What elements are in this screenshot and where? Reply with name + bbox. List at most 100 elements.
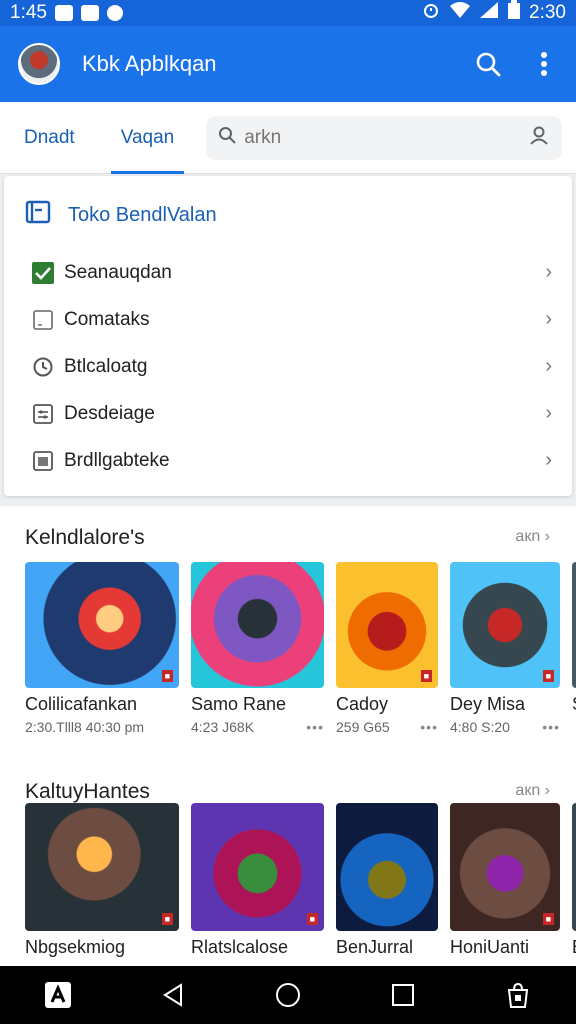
tab-bar: Dnadt Vaqan — [0, 102, 576, 174]
game-card[interactable]: ■ Cadoy 259 G65 ••• — [336, 562, 438, 735]
section-title: KaltuyHantes — [25, 780, 150, 803]
see-more-link[interactable]: aкn › — [515, 528, 550, 546]
game-thumbnail: ■ — [25, 803, 179, 931]
more-dots-icon[interactable]: ••• — [306, 719, 324, 735]
see-more-label: aкn — [515, 528, 541, 545]
status-time-right: 2:30 — [529, 2, 566, 23]
category-item-2[interactable]: Comataks › — [4, 296, 572, 343]
status-bar: 1:45 2:30 — [0, 0, 576, 26]
category-item-3[interactable]: Btlcaloatg › — [4, 343, 572, 390]
game-thumbnail: ■ — [450, 562, 560, 688]
lock-bag-icon[interactable] — [498, 975, 538, 1015]
games-row: ■ Colilicafankan 2:30.Tlll8 40:30 pm Sam… — [25, 562, 576, 735]
chevron-right-icon: › — [545, 261, 552, 283]
settings-box-icon — [32, 403, 54, 425]
category-item-label: Brdllgabteke — [64, 449, 170, 471]
game-thumbnail: ■ — [450, 803, 560, 931]
recents-icon[interactable] — [383, 975, 423, 1015]
game-meta-text: 4:80 S:20 — [450, 719, 510, 735]
games-row: ■ Nbgsekmiog ■ Rlatslcalose BenJurral ■ … — [25, 803, 576, 958]
game-thumbnail — [336, 803, 438, 931]
more-dots-icon[interactable]: ••• — [420, 719, 438, 735]
see-more-link[interactable]: aкn › — [515, 782, 550, 800]
search-bar[interactable] — [206, 115, 563, 160]
game-name: Rlatslcalose — [191, 937, 289, 957]
search-icon — [218, 126, 236, 149]
chevron-right-icon: › — [545, 355, 552, 377]
game-name: Dey Misa — [450, 694, 526, 714]
more-vert-icon[interactable] — [530, 50, 558, 78]
signal-icon — [479, 1, 499, 25]
game-thumbnail — [572, 562, 576, 688]
image-icon — [54, 5, 73, 21]
tab-dnadt[interactable]: Dnadt — [24, 102, 75, 174]
chevron-right-icon: › — [544, 528, 550, 545]
game-thumbnail: ■ — [25, 562, 179, 688]
app-bar: Kbk Apblkqan — [0, 26, 576, 102]
game-name: Nbgsekmiog — [25, 937, 126, 957]
game-meta-text: 259 G65 — [336, 719, 390, 735]
games-section-1: Kelndlalore's aкn › ■ Colilicafankan 2:3… — [0, 506, 576, 760]
games-section-2: KaltuyHantes aкn › ■ Nbgsekmiog ■ Rlatsl… — [0, 760, 576, 966]
game-card[interactable]: ■ Nbgsekmiog — [25, 803, 179, 958]
chevron-right-icon: › — [545, 402, 552, 424]
game-card[interactable]: ■ Rlatslcalose — [191, 803, 324, 958]
more-dots-icon[interactable]: ••• — [542, 719, 560, 735]
chevron-right-icon: › — [545, 308, 552, 330]
store-icon — [24, 198, 52, 232]
game-thumbnail: ■ — [336, 562, 438, 688]
category-item-label: Comataks — [64, 308, 150, 330]
badge-icon: ■ — [542, 913, 554, 925]
avatar[interactable] — [18, 43, 60, 85]
game-name: HoniUanti — [450, 937, 530, 957]
badge-icon: ■ — [306, 913, 318, 925]
section-title: Kelndlalore's — [25, 526, 145, 549]
category-card: Toko BendlValan Seanauqdan › Comataks › … — [4, 176, 572, 496]
checkbox-checked-icon — [32, 261, 54, 284]
app-title: Kbk Apblkqan — [82, 51, 217, 76]
category-list: Seanauqdan › Comataks › Btlcaloatg › Des… — [4, 249, 572, 484]
game-name: Colilicafankan — [25, 694, 138, 714]
tab-vaqan[interactable]: Vaqan — [110, 102, 185, 174]
game-thumbnail — [191, 562, 324, 688]
game-name: Cadoy — [336, 694, 389, 714]
account-icon[interactable] — [528, 124, 550, 151]
game-meta: 4:80 S:20 ••• — [450, 719, 560, 735]
game-name: BenJurral — [336, 937, 414, 957]
category-item-4[interactable]: Desdeiage › — [4, 390, 572, 437]
category-item-5[interactable]: Brdllgabteke › — [4, 437, 572, 484]
category-card-title: Toko BendlValan — [68, 203, 217, 226]
home-icon[interactable] — [268, 975, 308, 1015]
badge-icon: ■ — [161, 670, 173, 682]
status-time-left: 1:45 — [10, 2, 47, 23]
game-meta: 259 G65 ••• — [336, 719, 438, 735]
badge-icon: ■ — [420, 670, 432, 682]
category-card-header: Toko BendlValan — [24, 198, 217, 232]
game-meta-text: 4:23 J68K — [191, 719, 255, 735]
history-icon — [32, 356, 54, 378]
game-thumbnail: ■ — [191, 803, 324, 931]
search-icon[interactable] — [474, 50, 502, 78]
game-card[interactable]: ■ Colilicafankan 2:30.Tlll8 40:30 pm — [25, 562, 179, 735]
game-meta: 4:23 J68K ••• — [191, 719, 324, 735]
game-card[interactable]: Samo Rane 4:23 J68K ••• — [191, 562, 324, 735]
game-card[interactable]: S — [572, 562, 576, 735]
wifi-icon — [449, 1, 471, 25]
search-input[interactable] — [244, 126, 529, 149]
game-name: S — [572, 694, 576, 715]
game-card[interactable]: BenJurral — [336, 803, 438, 958]
alarm-icon — [421, 0, 441, 26]
category-item-1[interactable]: Seanauqdan › — [4, 249, 572, 296]
battery-icon — [507, 0, 521, 26]
calendar-icon — [32, 450, 54, 472]
category-item-label: Desdeiage — [64, 402, 155, 424]
navigation-bar — [0, 966, 576, 1024]
game-card[interactable]: ■ HoniUanti — [450, 803, 560, 958]
game-card[interactable]: ■ Dey Misa 4:80 S:20 ••• — [450, 562, 560, 735]
game-card[interactable]: E — [572, 803, 576, 958]
game-meta: 2:30.Tlll8 40:30 pm — [25, 719, 179, 735]
back-icon[interactable] — [153, 975, 193, 1015]
app-icon[interactable] — [38, 975, 78, 1015]
category-item-label: Seanauqdan — [64, 261, 172, 283]
chevron-right-icon: › — [544, 782, 550, 799]
